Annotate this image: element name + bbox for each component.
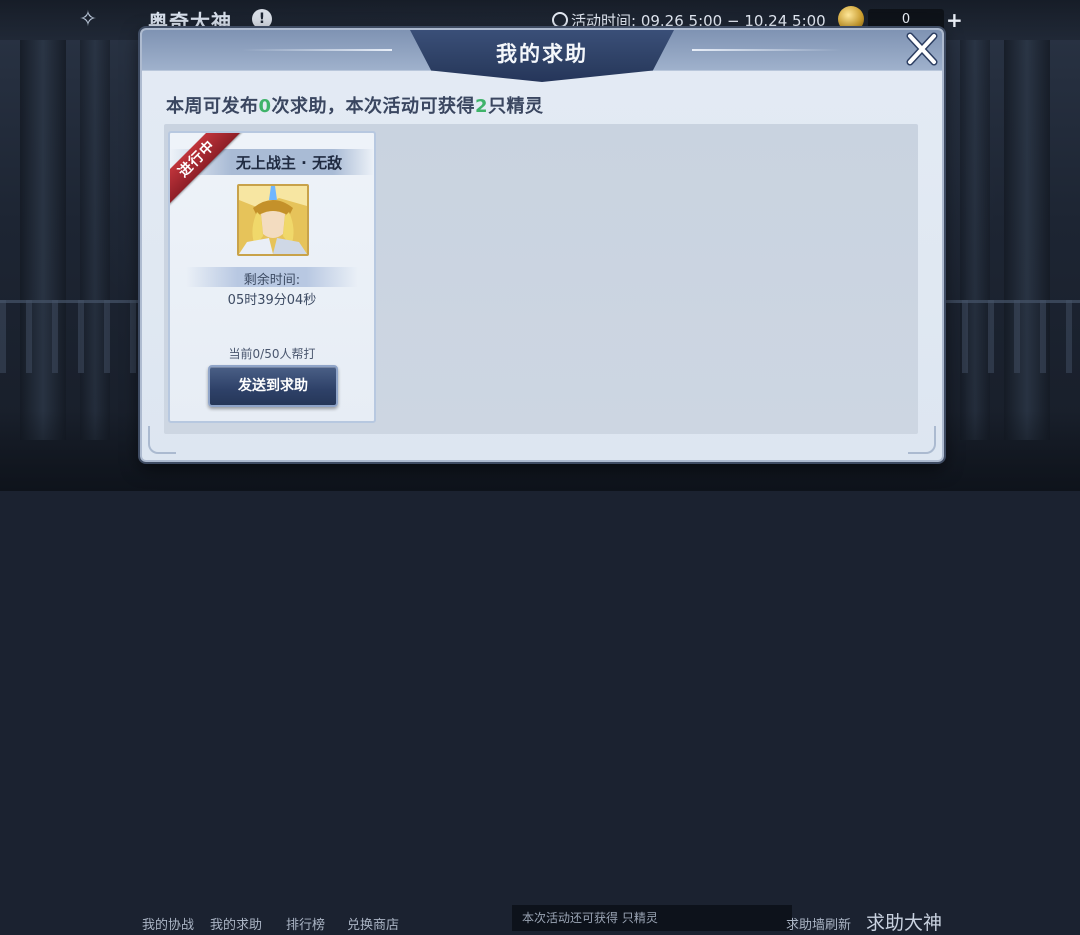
background-pillar [80, 40, 110, 440]
card-boss-name: 无上战主 · 无敌 [235, 154, 343, 172]
summary-text: 次求助，本次活动可获得 [271, 96, 476, 117]
corner-ornament [148, 426, 176, 454]
publish-count: 0 [258, 96, 272, 117]
clock-icon [552, 12, 568, 28]
helper-progress: 当前0/50人帮打 [228, 347, 316, 361]
add-coin-button[interactable]: + [946, 8, 963, 32]
boss-portrait-icon [239, 186, 307, 254]
header-ornament [692, 49, 842, 51]
header-ornament [242, 49, 392, 51]
background-pillar [1004, 40, 1050, 440]
corner-ornament [908, 426, 936, 454]
dialog-title: 我的求助 [496, 41, 588, 66]
tab-shop[interactable]: 兑换商店 [347, 914, 399, 933]
close-icon [906, 32, 938, 66]
summary-text: 只精灵 [488, 96, 544, 117]
help-card: 无上战主 · 无敌 进行中 剩余时间: 05时39分04秒 当前0/50人帮打 … [168, 131, 376, 423]
refresh-wall-button[interactable]: 求助墙刷新 [786, 914, 851, 933]
boss-portrait [237, 184, 309, 256]
send-to-help-button[interactable]: 发送到求助 [208, 365, 338, 407]
bottom-hint: 本次活动还可获得 只精灵 [512, 905, 792, 931]
close-button[interactable] [900, 28, 944, 72]
tab-my-assist[interactable]: 我的协战 [142, 914, 194, 933]
background-pillar [20, 40, 66, 440]
tab-my-help[interactable]: 我的求助 [210, 914, 262, 933]
summary-text: 本周可发布 [166, 96, 259, 117]
ask-help-button[interactable]: 求助大神 [866, 908, 942, 935]
help-summary: 本周可发布0次求助，本次活动可获得2只精灵 [166, 92, 544, 118]
tab-ranking[interactable]: 排行榜 [286, 914, 325, 933]
background-pillar [960, 40, 990, 440]
info-icon[interactable]: ! [252, 9, 272, 29]
logo-icon: ✧ [78, 7, 98, 32]
remaining-time: 05时39分04秒 [227, 293, 317, 308]
remaining-label: 剩余时间: [243, 273, 301, 288]
spirit-count: 2 [475, 96, 489, 117]
